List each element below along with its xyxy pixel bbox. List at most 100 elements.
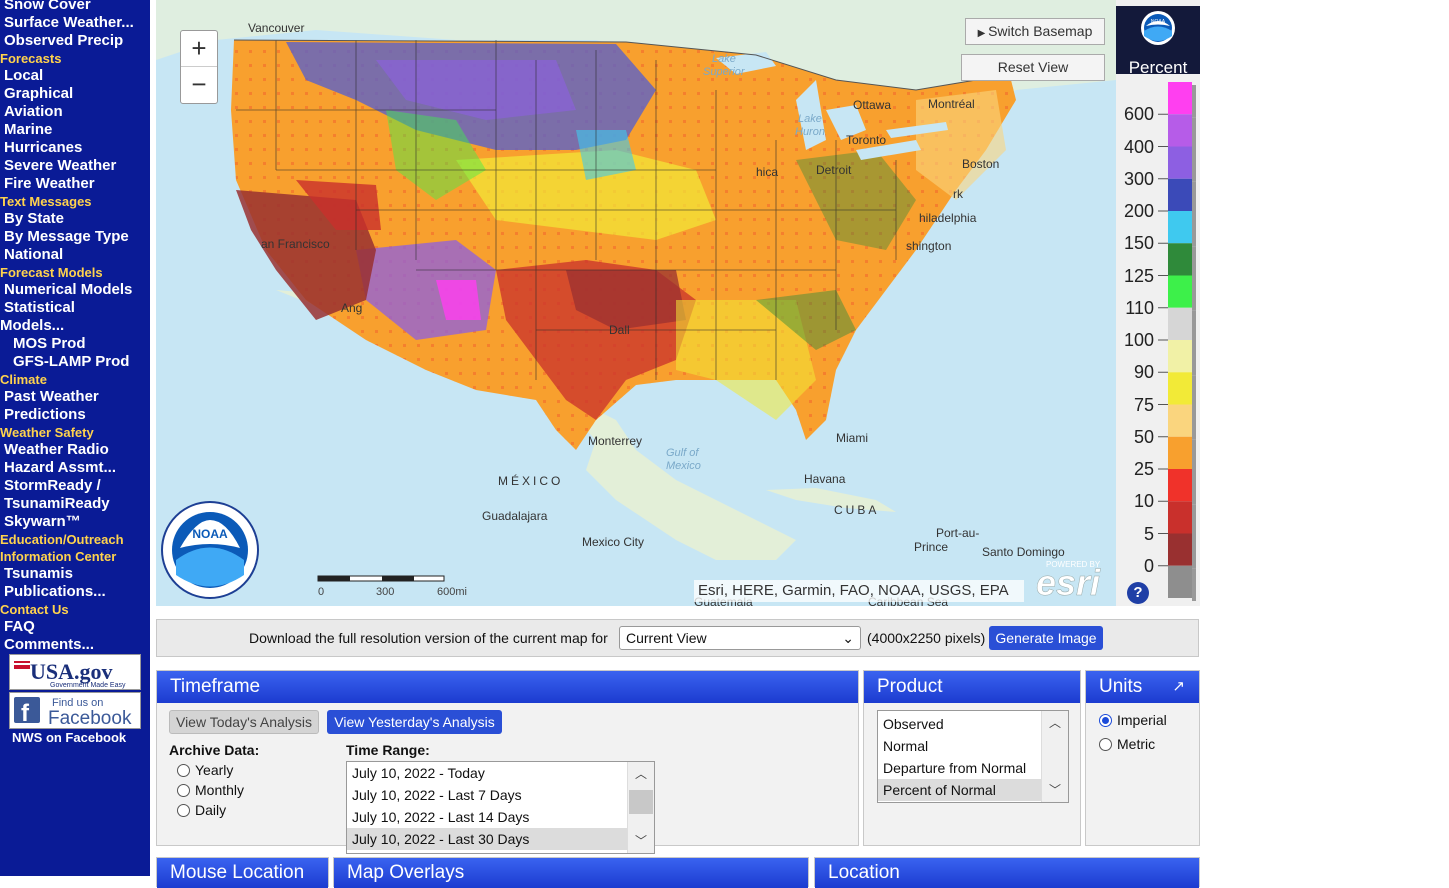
usa-gov-text: USA.gov <box>30 659 113 684</box>
nav-link[interactable]: Observed Precip <box>4 32 123 50</box>
product-option[interactable]: Departure from Normal <box>878 757 1042 779</box>
help-icon[interactable]: ? <box>1127 582 1149 604</box>
legend-tick <box>1158 371 1168 373</box>
time-range-list[interactable]: July 10, 2022 - Today July 10, 2022 - Las… <box>346 761 655 854</box>
svg-text:300: 300 <box>376 586 394 598</box>
units-option-metric[interactable]: Metric <box>1099 736 1155 752</box>
chevron-down-icon[interactable]: ﹀ <box>628 831 654 851</box>
view-yesterday-button[interactable]: View Yesterday's Analysis <box>327 710 502 734</box>
usa-gov-logo[interactable]: USA.gov Government Made Easy <box>9 654 141 690</box>
nav-link[interactable]: Weather Radio <box>4 441 109 459</box>
precip-percent-map[interactable]: Vancouver Ottawa Montréal Toronto Detroit hic… <box>156 0 1116 606</box>
time-range-option[interactable]: July 10, 2022 - Last 14 Days <box>347 806 628 828</box>
place-label: Guadalajara <box>482 509 548 523</box>
radio-icon[interactable] <box>1099 738 1112 751</box>
legend-swatch-shadow <box>1192 536 1196 569</box>
nav-link[interactable]: Severe Weather <box>4 157 116 175</box>
water-label: Superior <box>703 66 746 78</box>
nav-link[interactable]: Tsunamis <box>4 565 73 583</box>
nav-link[interactable]: Statistical <box>4 299 75 317</box>
chevron-down-icon[interactable]: ﹀ <box>1042 780 1068 800</box>
chevron-up-icon[interactable]: ︿ <box>628 764 654 784</box>
switch-basemap-button[interactable]: ▶ Switch Basemap <box>965 18 1105 45</box>
nav-link[interactable]: MOS Prod <box>13 335 86 353</box>
place-label: Detroit <box>816 163 852 177</box>
view-today-button[interactable]: View Today's Analysis <box>169 710 319 734</box>
timeframe-title: Timeframe <box>157 671 858 703</box>
mouse-location-title: Mouse Location <box>157 858 328 888</box>
nav-link[interactable]: TsunamiReady <box>4 495 110 513</box>
nav-link[interactable]: Aviation <box>4 103 63 121</box>
nav-link[interactable]: By State <box>4 210 64 228</box>
nav-link[interactable]: Models... <box>0 317 64 335</box>
switch-basemap-label: Switch Basemap <box>988 23 1093 39</box>
expand-icon[interactable]: ↗ <box>1172 671 1185 703</box>
legend-tick <box>1158 275 1168 276</box>
archive-option-daily[interactable]: Daily <box>177 802 226 818</box>
nws-facebook-link[interactable]: NWS on Facebook <box>12 729 126 747</box>
radio-icon[interactable] <box>177 764 190 777</box>
archive-option-monthly[interactable]: Monthly <box>177 782 244 798</box>
legend-tick <box>1158 404 1168 405</box>
legend-swatch-shadow <box>1192 407 1196 440</box>
legend-header: NOAA Percent <box>1116 6 1200 77</box>
download-extent-select[interactable]: Current View ⌄ <box>619 626 861 650</box>
legend-value: 150 <box>1123 233 1154 254</box>
nav-link[interactable]: National <box>4 246 63 264</box>
radio-icon[interactable] <box>177 784 190 797</box>
place-label: Miami <box>836 431 868 445</box>
nav-link[interactable]: Local <box>4 67 43 85</box>
generate-image-button[interactable]: Generate Image <box>989 626 1103 650</box>
water-label: Lake <box>798 113 822 125</box>
archive-option-label: Yearly <box>195 762 234 778</box>
zoom-in-button[interactable]: + <box>181 31 217 67</box>
nav-link[interactable]: FAQ <box>4 618 35 636</box>
legend-swatch <box>1168 211 1192 244</box>
time-range-option[interactable]: July 10, 2022 - Last 30 Days <box>347 828 628 850</box>
nav-link[interactable]: Hurricanes <box>4 139 82 157</box>
units-title: Units ↗ <box>1086 671 1199 703</box>
nav-link[interactable]: GFS-LAMP Prod <box>13 353 129 371</box>
product-scrollbar[interactable]: ︿ ﹀ <box>1041 711 1068 802</box>
product-list[interactable]: Observed Normal Departure from Normal Perce… <box>877 710 1069 803</box>
legend-tick <box>1158 210 1168 212</box>
radio-icon[interactable] <box>1099 714 1112 727</box>
scroll-thumb[interactable] <box>629 790 653 814</box>
product-option[interactable]: Percent of Normal <box>878 779 1042 801</box>
nav-link[interactable]: By Message Type <box>4 228 129 246</box>
esri-logo: esri <box>1036 562 1101 603</box>
units-option-imperial[interactable]: Imperial <box>1099 712 1167 728</box>
product-option[interactable]: Observed <box>878 713 1042 735</box>
archive-option-yearly[interactable]: Yearly <box>177 762 233 778</box>
nav-link[interactable]: Numerical Models <box>4 281 132 299</box>
nav-link[interactable]: Hazard Assmt... <box>4 459 116 477</box>
zoom-out-button[interactable]: − <box>181 67 217 103</box>
legend-swatch <box>1168 404 1192 437</box>
time-range-option[interactable]: July 10, 2022 - Last 7 Days <box>347 784 628 806</box>
nav-link[interactable]: StormReady / <box>4 477 101 495</box>
legend-swatch <box>1168 501 1192 534</box>
time-range-option[interactable]: July 10, 2022 - Today <box>347 762 628 784</box>
nav-link[interactable]: Fire Weather <box>4 175 95 193</box>
nav-link[interactable]: Skywarn™ <box>4 513 81 531</box>
nav-link[interactable]: Predictions <box>4 406 86 424</box>
nav-link[interactable]: Snow Cover <box>4 0 91 14</box>
facebook-logo[interactable]: f Find us on Facebook <box>9 692 141 729</box>
mouse-location-panel: Mouse Location <box>156 857 329 888</box>
nav-link[interactable]: Past Weather <box>4 388 99 406</box>
time-range-scrollbar[interactable]: ︿ ﹀ <box>627 762 654 853</box>
legend-swatch <box>1168 565 1192 598</box>
chevron-down-icon: ⌄ <box>842 630 854 646</box>
chevron-up-icon[interactable]: ︿ <box>1042 713 1068 733</box>
time-range-label: Time Range: <box>346 742 430 758</box>
nav-link[interactable]: Comments... <box>4 636 94 654</box>
nav-heading: Text Messages <box>0 194 92 209</box>
nav-link[interactable]: Publications... <box>4 583 106 601</box>
nav-link[interactable]: Surface Weather... <box>4 14 134 32</box>
radio-icon[interactable] <box>177 804 190 817</box>
nav-link[interactable]: Graphical <box>4 85 73 103</box>
product-option[interactable]: Normal <box>878 735 1042 757</box>
reset-view-button[interactable]: Reset View <box>961 54 1105 81</box>
legend-swatch-shadow <box>1192 375 1196 408</box>
nav-link[interactable]: Marine <box>4 121 52 139</box>
